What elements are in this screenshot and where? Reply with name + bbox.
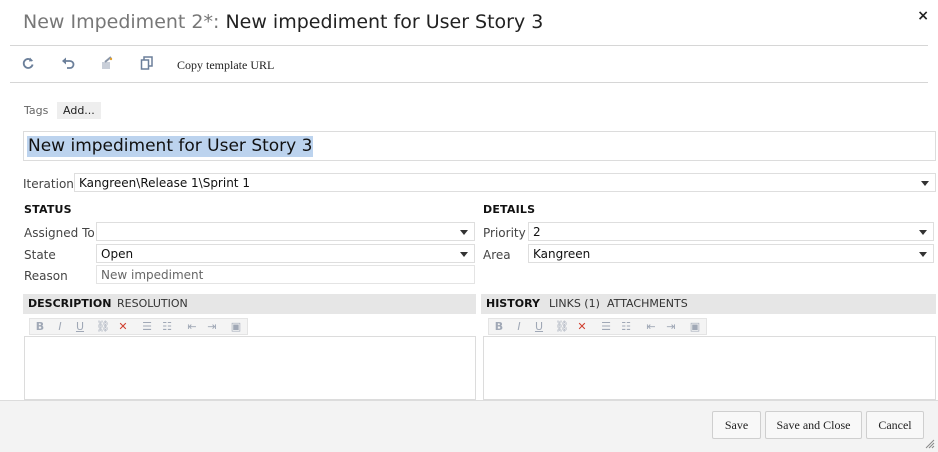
dialog-title-prefix: New Impediment 2*: <box>23 11 220 33</box>
tab-resolution[interactable]: RESOLUTION <box>117 297 188 310</box>
priority-label: Priority <box>483 226 526 240</box>
bold-icon[interactable]: B <box>33 320 47 334</box>
dialog-footer: Save Save and Close Cancel <box>0 400 938 452</box>
priority-select[interactable]: 2 <box>528 222 934 241</box>
assigned-to-select[interactable] <box>96 222 475 241</box>
clear-format-icon[interactable]: ✕ <box>575 320 589 334</box>
bullet-list-icon[interactable]: ☰ <box>599 320 613 334</box>
chevron-down-icon <box>919 230 927 235</box>
history-editor[interactable] <box>483 336 936 400</box>
undo-icon[interactable] <box>60 56 76 72</box>
area-select[interactable]: Kangreen <box>528 244 934 263</box>
tags-label: Tags <box>24 104 49 117</box>
underline-icon[interactable]: U <box>532 320 546 334</box>
resize-grip-icon[interactable] <box>925 439 935 449</box>
cancel-button[interactable]: Cancel <box>866 411 924 439</box>
indent-icon[interactable]: ⇥ <box>205 320 219 334</box>
toolbar: Copy template URL <box>0 50 938 80</box>
add-tag-button[interactable]: Add... <box>57 102 101 119</box>
tab-attachments[interactable]: ATTACHMENTS <box>607 297 688 310</box>
save-button[interactable]: Save <box>712 411 761 439</box>
priority-value: 2 <box>533 225 541 239</box>
left-tab-bar: DESCRIPTION RESOLUTION <box>23 294 476 314</box>
indent-icon[interactable]: ⇥ <box>664 320 678 334</box>
reason-field: New impediment <box>96 265 475 284</box>
work-item-title-input[interactable]: New impediment for User Story 3 <box>23 131 936 161</box>
dialog-title: New Impediment 2*: New impediment for Us… <box>23 11 543 33</box>
dialog-titlebar: New Impediment 2*: New impediment for Us… <box>0 0 938 46</box>
italic-icon[interactable]: I <box>53 320 67 334</box>
link-icon[interactable]: ⛓ <box>96 320 110 334</box>
state-label: State <box>24 248 56 262</box>
iteration-select[interactable]: Kangreen\Release 1\Sprint 1 <box>74 173 936 192</box>
insert-image-icon[interactable]: ▣ <box>688 320 702 334</box>
outdent-icon[interactable]: ⇤ <box>644 320 658 334</box>
details-heading: DETAILS <box>483 203 536 216</box>
insert-image-icon[interactable]: ▣ <box>229 320 243 334</box>
close-icon[interactable]: × <box>917 8 929 24</box>
area-label: Area <box>483 248 511 262</box>
clean-icon[interactable] <box>99 56 115 72</box>
assigned-to-label: Assigned To <box>24 226 95 240</box>
work-item-title-value: New impediment for User Story 3 <box>27 136 314 157</box>
dialog-title-main: New impediment for User Story 3 <box>225 11 544 33</box>
numbered-list-icon[interactable]: ☷ <box>160 320 174 334</box>
link-icon[interactable]: ⛓ <box>555 320 569 334</box>
history-editor-toolbar: B I U ⛓ ✕ ☰ ☷ ⇤ ⇥ ▣ <box>488 318 707 335</box>
bold-icon[interactable]: B <box>492 320 506 334</box>
reason-value: New impediment <box>101 268 204 282</box>
state-value: Open <box>101 247 134 261</box>
tab-links[interactable]: LINKS (1) <box>549 297 600 310</box>
reason-label: Reason <box>24 269 68 283</box>
state-select[interactable]: Open <box>96 244 475 263</box>
iteration-label: Iteration <box>23 177 74 191</box>
copy-template-url-button[interactable]: Copy template URL <box>177 58 274 73</box>
copy-icon[interactable] <box>139 56 155 72</box>
clear-format-icon[interactable]: ✕ <box>116 320 130 334</box>
italic-icon[interactable]: I <box>512 320 526 334</box>
area-value: Kangreen <box>533 247 591 261</box>
bullet-list-icon[interactable]: ☰ <box>140 320 154 334</box>
status-heading: STATUS <box>24 203 72 216</box>
tab-description[interactable]: DESCRIPTION <box>28 297 111 310</box>
tab-history[interactable]: HISTORY <box>486 297 540 310</box>
underline-icon[interactable]: U <box>73 320 87 334</box>
description-editor-toolbar: B I U ⛓ ✕ ☰ ☷ ⇤ ⇥ ▣ <box>29 318 248 335</box>
divider <box>10 45 928 46</box>
chevron-down-icon <box>919 252 927 257</box>
refresh-icon[interactable] <box>20 56 36 72</box>
numbered-list-icon[interactable]: ☷ <box>619 320 633 334</box>
chevron-down-icon <box>460 230 468 235</box>
save-and-close-button[interactable]: Save and Close <box>765 411 862 439</box>
description-editor[interactable] <box>24 336 476 400</box>
outdent-icon[interactable]: ⇤ <box>185 320 199 334</box>
divider <box>10 82 928 83</box>
right-tab-bar: HISTORY LINKS (1) ATTACHMENTS <box>481 294 936 314</box>
chevron-down-icon <box>921 181 929 186</box>
iteration-value: Kangreen\Release 1\Sprint 1 <box>79 176 250 190</box>
chevron-down-icon <box>460 252 468 257</box>
